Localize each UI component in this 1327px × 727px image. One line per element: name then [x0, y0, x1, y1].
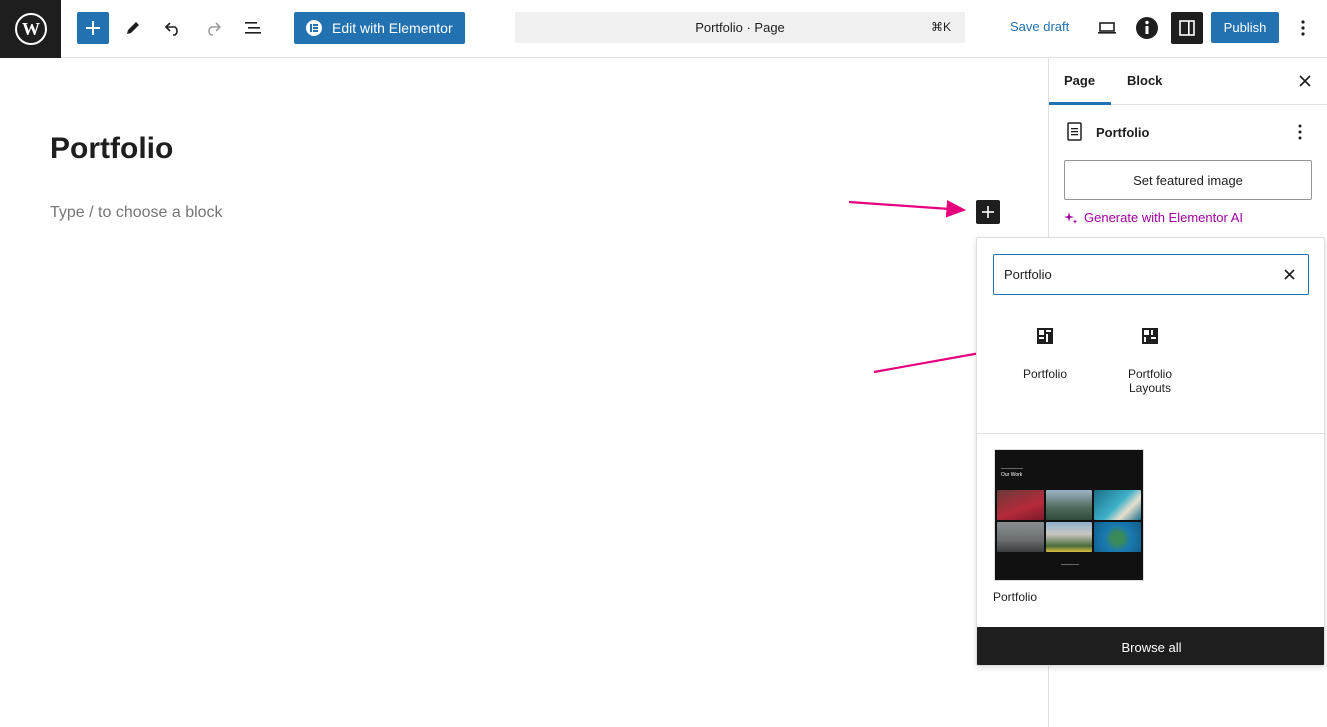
thumb-image [1045, 522, 1093, 552]
thumb-image [1094, 490, 1141, 520]
redo-button[interactable] [197, 12, 229, 44]
editor-header: W Edit with Elementor Portfolio · Page ⌘… [0, 0, 1327, 58]
svg-text:W: W [22, 19, 40, 39]
close-sidebar-button[interactable] [1294, 70, 1316, 92]
page-icon [1067, 122, 1082, 141]
block-result-portfolio[interactable]: Portfolio [995, 326, 1095, 381]
thumb-image [997, 490, 1044, 520]
wordpress-icon: W [14, 13, 47, 45]
tab-block[interactable]: Block [1127, 73, 1162, 88]
close-icon [1283, 268, 1295, 280]
options-menu-button[interactable] [1287, 12, 1319, 44]
document-overview-button[interactable] [237, 12, 269, 44]
generate-ai-link[interactable]: Generate with Elementor AI [1064, 210, 1243, 225]
set-featured-image-button[interactable]: Set featured image [1064, 160, 1312, 200]
portfolio-layouts-icon [1142, 328, 1158, 344]
undo-icon [164, 22, 178, 36]
wordpress-logo-button[interactable]: W [0, 0, 61, 58]
block-inserter-toggle[interactable] [976, 200, 1000, 224]
close-icon [1299, 75, 1311, 87]
thumb-image [1045, 490, 1093, 520]
popover-divider [977, 433, 1324, 434]
thumb-heading: Our Work [1001, 472, 1023, 478]
more-vertical-icon[interactable] [1297, 124, 1303, 140]
details-button[interactable] [1131, 12, 1163, 44]
thumb-image [1094, 522, 1141, 552]
redo-icon [208, 22, 222, 36]
pencil-icon [127, 22, 139, 34]
block-search-input[interactable] [1004, 255, 1274, 293]
shortcut-hint: ⌘K [930, 20, 951, 34]
laptop-icon [1098, 22, 1116, 34]
document-title: Portfolio · Page [695, 20, 785, 35]
editor-canvas: Portfolio Type / to choose a block [0, 58, 1048, 727]
plus-icon [982, 206, 994, 218]
sidebar-tabs: Page Block [1049, 58, 1327, 105]
info-icon [1136, 17, 1158, 39]
settings-toggle-button[interactable] [1171, 12, 1203, 44]
publish-button[interactable]: Publish [1211, 12, 1279, 43]
elementor-icon [306, 20, 322, 36]
quick-inserter-popover: Portfolio Portfolio Layouts Our Work Por… [976, 237, 1325, 666]
plus-icon [86, 21, 100, 35]
document-summary: Portfolio [1064, 122, 1314, 142]
generate-ai-label: Generate with Elementor AI [1084, 210, 1243, 225]
thumb-footer-line [1061, 564, 1079, 565]
save-draft-button[interactable]: Save draft [1010, 19, 1069, 34]
more-vertical-icon [1301, 20, 1305, 36]
tools-button[interactable] [117, 12, 149, 44]
preview-button[interactable] [1091, 12, 1123, 44]
list-view-icon [245, 22, 261, 34]
block-search-box [993, 254, 1309, 295]
block-result-label: Portfolio Layouts [1127, 367, 1173, 395]
active-tab-indicator [1049, 102, 1111, 105]
clear-search-button[interactable] [1280, 265, 1298, 283]
tab-page[interactable]: Page [1064, 73, 1095, 88]
page-title[interactable]: Portfolio [50, 132, 173, 166]
browse-all-button[interactable]: Browse all [977, 627, 1324, 665]
empty-block-placeholder[interactable]: Type / to choose a block [50, 204, 223, 222]
thumb-rule [1001, 468, 1023, 469]
pattern-preview-thumbnail[interactable]: Our Work [994, 449, 1144, 581]
edit-with-elementor-button[interactable]: Edit with Elementor [294, 12, 465, 44]
thumb-image-grid [997, 490, 1141, 552]
sidebar-icon [1179, 20, 1195, 36]
undo-button[interactable] [157, 12, 189, 44]
portfolio-grid-icon [1037, 328, 1053, 344]
thumb-image [997, 522, 1044, 552]
pattern-label: Portfolio [993, 590, 1038, 604]
block-result-label: Portfolio [1022, 367, 1068, 381]
elementor-label: Edit with Elementor [332, 20, 453, 36]
sparkle-icon [1064, 211, 1078, 224]
add-block-button[interactable] [77, 12, 109, 44]
command-palette-bar[interactable]: Portfolio · Page ⌘K [515, 12, 965, 43]
block-result-portfolio-layouts[interactable]: Portfolio Layouts [1100, 326, 1200, 395]
sidebar-doc-title: Portfolio [1096, 125, 1150, 140]
